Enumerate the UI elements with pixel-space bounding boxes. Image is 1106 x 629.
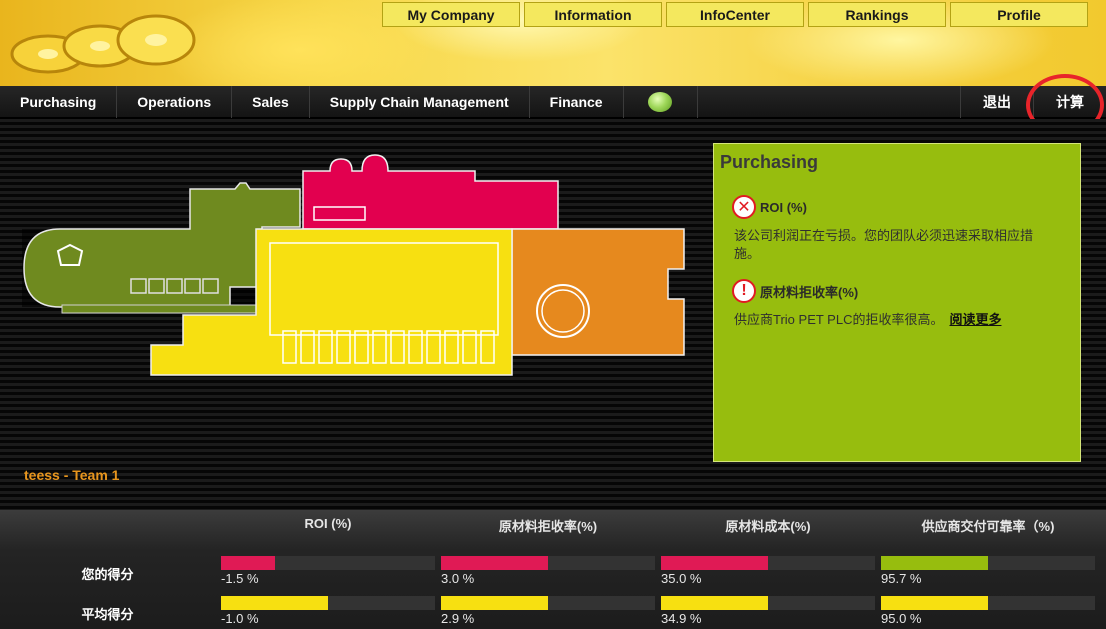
score-bar-fill: [661, 556, 768, 570]
team-label: teess - Team 1: [24, 467, 120, 483]
topnav-rankings[interactable]: Rankings: [808, 2, 946, 27]
menu-purchasing[interactable]: Purchasing: [0, 85, 118, 118]
score-value: 2.9 %: [441, 611, 475, 626]
plant-map: [22, 154, 685, 376]
score-bar-fill: [881, 596, 988, 610]
menu-sales[interactable]: Sales: [232, 85, 310, 118]
supply-chain-area[interactable]: [511, 228, 685, 356]
panel-item-rejection: ! 原材料拒收率(%): [732, 279, 1074, 303]
score-value: 34.9 %: [661, 611, 702, 626]
exclamation-warning-icon: !: [732, 279, 756, 303]
panel-item-label: 原材料拒收率(%): [760, 284, 859, 300]
score-bar-track: [881, 596, 1095, 610]
pineapple-slices-icon: [10, 14, 196, 74]
topnav-my-company[interactable]: My Company: [382, 2, 520, 27]
menu-operations[interactable]: Operations: [117, 85, 233, 118]
panel-item-roi: ✕ ROI (%): [732, 195, 1074, 219]
score-bar-fill: [881, 556, 988, 570]
logout-button[interactable]: 退出: [960, 85, 1033, 118]
panel-item-label: ROI (%): [760, 199, 807, 215]
menu-supply-chain-management[interactable]: Supply Chain Management: [310, 85, 530, 118]
status-indicator-wrap: [624, 85, 698, 118]
score-bar-track: [661, 596, 875, 610]
header-banner: My Company Information InfoCenter Rankin…: [0, 0, 1106, 86]
column-header-cost: 原材料成本(%): [725, 519, 811, 534]
main-menu: Purchasing Operations Sales Supply Chain…: [0, 85, 1106, 118]
green-status-dot-icon[interactable]: [648, 91, 673, 112]
row-label-average-score: 平均得分: [81, 607, 134, 622]
column-header-rejection: 原材料拒收率(%): [498, 519, 598, 534]
row-label-your-score: 您的得分: [81, 567, 134, 582]
topnav-profile[interactable]: Profile: [950, 2, 1088, 27]
score-bar-track: [441, 596, 655, 610]
score-value: -1.5 %: [221, 571, 259, 586]
score-bar-track: [881, 556, 1095, 570]
score-bar-fill: [441, 556, 548, 570]
score-bar-fill: [221, 556, 275, 570]
score-bar-track: [661, 556, 875, 570]
panel-title: Purchasing: [720, 152, 819, 172]
score-bar-track: [441, 556, 655, 570]
x-error-icon: ✕: [732, 195, 756, 219]
score-bar-fill: [221, 596, 328, 610]
score-bar-fill: [661, 596, 768, 610]
menu-right: 退出 计算: [960, 85, 1106, 118]
top-navigation: My Company Information InfoCenter Rankin…: [382, 2, 1088, 27]
menu-finance[interactable]: Finance: [530, 85, 624, 118]
score-value: -1.0 %: [221, 611, 259, 626]
read-more-link[interactable]: 阅读更多: [949, 312, 1001, 327]
score-value: 35.0 %: [661, 571, 702, 586]
score-table: ROI (%) 原材料拒收率(%) 原材料成本(%) 供应商交付可靠率（%) 您…: [0, 510, 1106, 629]
column-header-reliability: 供应商交付可靠率（%): [921, 519, 1055, 534]
score-value: 95.0 %: [881, 611, 922, 626]
topnav-infocenter[interactable]: InfoCenter: [666, 2, 804, 27]
score-bar-track: [221, 556, 435, 570]
sales-area[interactable]: [302, 154, 559, 230]
score-value: 95.7 %: [881, 571, 922, 586]
purchasing-info-panel: Purchasing ✕ ROI (%) 该公司利润正在亏损。您的团队必须迅速采…: [713, 143, 1081, 462]
column-header-roi: ROI (%): [304, 516, 352, 531]
panel-item-text: 该公司利润正在亏损。您的团队必须迅速采取相应措施。: [734, 228, 1034, 261]
topnav-information[interactable]: Information: [524, 2, 662, 27]
plant-overview: teess - Team 1 Purchasing ✕ ROI (%) 该公司利…: [0, 119, 1106, 510]
score-bar-track: [221, 596, 435, 610]
score-value: 3.0 %: [441, 571, 475, 586]
panel-item-text: 供应商Trio PET PLC的拒收率很高。 阅读更多: [734, 312, 1002, 327]
score-bar-fill: [441, 596, 548, 610]
calculate-button[interactable]: 计算: [1033, 85, 1106, 118]
